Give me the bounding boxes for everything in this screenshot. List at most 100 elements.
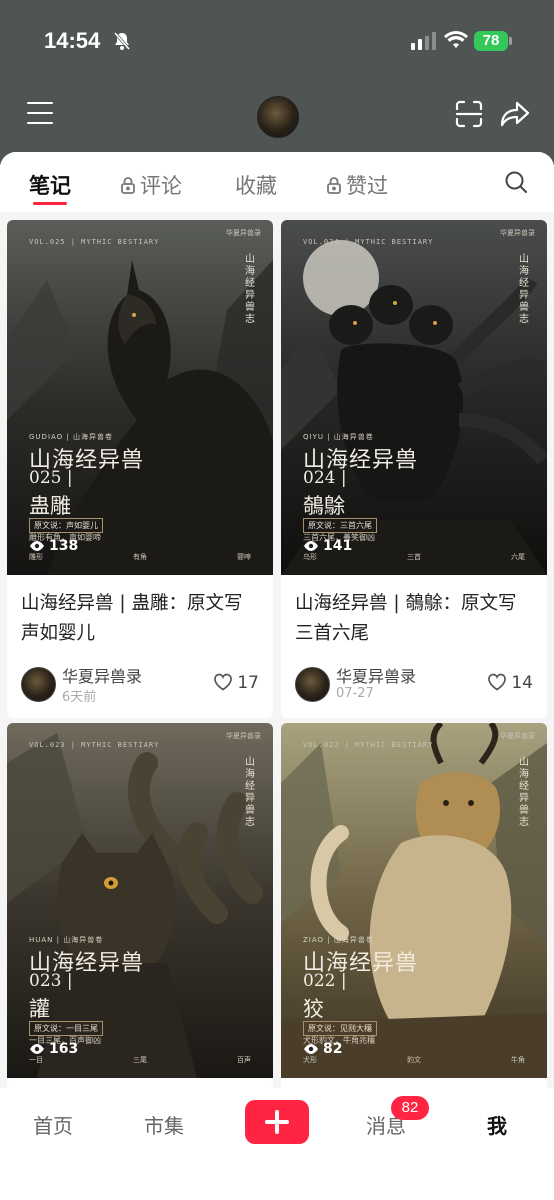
cover-name: 鵸鵌 bbox=[303, 494, 345, 518]
note-card[interactable]: VOL.024 | MYTHIC BESTIARY 华夏异兽录 山海经异兽志 Q… bbox=[281, 220, 547, 718]
cover-pinyin: ZIAO | 山海异兽卷 bbox=[303, 936, 374, 944]
cover-number: 024 | bbox=[303, 468, 347, 488]
note-cover-image: VOL.022 | MYTHIC BESTIARY 华夏异兽录 山海经异兽志 Z… bbox=[281, 723, 547, 1078]
lock-icon bbox=[120, 175, 136, 199]
wifi-icon bbox=[444, 30, 468, 54]
cover-vol: VOL.025 | MYTHIC BESTIARY bbox=[29, 238, 160, 246]
view-count-value: 82 bbox=[323, 1041, 343, 1057]
tab-comments-label: 评论 bbox=[140, 174, 182, 198]
cover-pinyin: QIYU | 山海异兽卷 bbox=[303, 433, 374, 441]
cover-vol: VOL.023 | MYTHIC BESTIARY bbox=[29, 741, 160, 749]
like-count: 14 bbox=[511, 673, 533, 693]
cover-number: 022 | bbox=[303, 971, 347, 991]
note-cover-image: VOL.025 | MYTHIC BESTIARY 华夏异兽录 山海经异兽志 G… bbox=[7, 220, 273, 575]
cover-footer-item: 三尾 bbox=[133, 1056, 147, 1064]
cover-name: 狡 bbox=[303, 997, 324, 1021]
note-title: 山海经异兽 | 蛊雕：原文写声如婴儿 bbox=[21, 593, 243, 644]
cover-footer-item: 豹文 bbox=[407, 1056, 421, 1064]
author-avatar[interactable] bbox=[295, 667, 330, 702]
cover-vertical-text: 山海经异兽志 bbox=[245, 254, 255, 325]
view-count: 141 bbox=[303, 538, 352, 554]
cover-tag: 原文说：声如婴儿 bbox=[29, 518, 103, 533]
cover-number: 025 | bbox=[29, 468, 73, 488]
eye-icon bbox=[30, 541, 44, 551]
note-cover-image: VOL.024 | MYTHIC BESTIARY 华夏异兽录 山海经异兽志 Q… bbox=[281, 220, 547, 575]
battery-indicator: 78 bbox=[474, 31, 508, 51]
cover-pinyin: HUAN | 山海异兽卷 bbox=[29, 936, 104, 944]
eye-icon bbox=[304, 1044, 318, 1054]
note-author-row: 华夏异兽录 07-27 14 bbox=[281, 649, 547, 711]
author-avatar[interactable] bbox=[21, 667, 56, 702]
cover-corner: 华夏异兽录 bbox=[500, 732, 535, 740]
tab-active-indicator bbox=[33, 202, 67, 205]
eye-icon bbox=[304, 541, 318, 551]
view-count-value: 163 bbox=[49, 1041, 79, 1057]
cover-corner: 华夏异兽录 bbox=[226, 732, 261, 740]
like-button[interactable]: 14 bbox=[487, 673, 533, 693]
post-time: 6天前 bbox=[62, 690, 97, 705]
note-card[interactable]: VOL.023 | MYTHIC BESTIARY 华夏异兽录 山海经异兽志 H… bbox=[7, 723, 273, 1090]
cover-vertical-text: 山海经异兽志 bbox=[245, 757, 255, 828]
cover-tag: 原文说：一目三尾 bbox=[29, 1021, 103, 1036]
cover-vertical-text: 山海经异兽志 bbox=[519, 254, 529, 325]
battery-tip bbox=[509, 37, 512, 45]
profile-content: 笔记 评论 收藏 赞过 VOL.025 | MYTHIC BESTIARY 华夏… bbox=[0, 152, 554, 1090]
tab-liked[interactable]: 赞过 bbox=[326, 170, 388, 200]
note-cover-image: VOL.023 | MYTHIC BESTIARY 华夏异兽录 山海经异兽志 H… bbox=[7, 723, 273, 1078]
share-icon[interactable] bbox=[500, 100, 530, 132]
nav-me[interactable]: 我 bbox=[487, 1110, 507, 1139]
cover-pinyin: GUDIAO | 山海异兽卷 bbox=[29, 433, 113, 441]
note-card[interactable]: VOL.022 | MYTHIC BESTIARY 华夏异兽录 山海经异兽志 Z… bbox=[281, 723, 547, 1090]
create-post-button[interactable] bbox=[245, 1100, 309, 1144]
view-count: 138 bbox=[29, 538, 78, 554]
menu-icon[interactable] bbox=[27, 102, 53, 124]
status-time: 14:54 bbox=[44, 28, 101, 53]
cover-footer-item: 牛角 bbox=[511, 1056, 525, 1064]
heart-icon bbox=[214, 673, 233, 691]
cover-corner: 华夏异兽录 bbox=[500, 229, 535, 237]
tab-favorites[interactable]: 收藏 bbox=[235, 170, 277, 200]
cover-name: 蛊雕 bbox=[29, 494, 71, 518]
signal-icon bbox=[411, 32, 437, 54]
cover-vol: VOL.024 | MYTHIC BESTIARY bbox=[303, 238, 434, 246]
cover-footer-item: 三首 bbox=[407, 553, 421, 561]
like-count: 17 bbox=[237, 673, 259, 693]
post-time: 07-27 bbox=[336, 686, 374, 701]
cover-name: 讙 bbox=[29, 997, 50, 1021]
nav-home[interactable]: 首页 bbox=[33, 1110, 73, 1139]
note-title: 山海经异兽 | 鵸鵌：原文写三首六尾 bbox=[295, 593, 517, 644]
plus-icon bbox=[265, 1110, 289, 1134]
view-count-value: 138 bbox=[49, 538, 79, 554]
cover-tag: 原文说：三首六尾 bbox=[303, 518, 377, 533]
profile-tabs: 笔记 评论 收藏 赞过 bbox=[0, 152, 554, 212]
note-card[interactable]: VOL.025 | MYTHIC BESTIARY 华夏异兽录 山海经异兽志 G… bbox=[7, 220, 273, 718]
eye-icon bbox=[30, 1044, 44, 1054]
view-count: 82 bbox=[303, 1041, 342, 1057]
cover-vertical-text: 山海经异兽志 bbox=[519, 757, 529, 828]
message-badge: 82 bbox=[391, 1096, 429, 1120]
top-header: 14:54 78 bbox=[0, 0, 554, 165]
tab-comments[interactable]: 评论 bbox=[120, 170, 182, 200]
scan-icon[interactable] bbox=[455, 100, 483, 132]
cover-footer-item: 六尾 bbox=[511, 553, 525, 561]
tab-notes[interactable]: 笔记 bbox=[29, 170, 71, 200]
cover-number: 023 | bbox=[29, 971, 73, 991]
cover-corner: 华夏异兽录 bbox=[226, 229, 261, 237]
cover-vol: VOL.022 | MYTHIC BESTIARY bbox=[303, 741, 434, 749]
avatar[interactable] bbox=[257, 96, 299, 138]
cover-footer-item: 百声 bbox=[237, 1056, 251, 1064]
cover-footer-item: 有角 bbox=[133, 553, 147, 561]
bell-muted-icon bbox=[112, 31, 132, 55]
author-name[interactable]: 华夏异兽录 bbox=[62, 663, 142, 687]
bottom-nav: 首页 市集 消息 82 我 bbox=[0, 1088, 554, 1200]
author-name[interactable]: 华夏异兽录 bbox=[336, 663, 416, 687]
heart-icon bbox=[488, 673, 507, 691]
lock-icon bbox=[326, 175, 342, 199]
search-icon[interactable] bbox=[504, 170, 528, 198]
cover-tag: 原文说：见则大穰 bbox=[303, 1021, 377, 1036]
view-count-value: 141 bbox=[323, 538, 353, 554]
nav-market[interactable]: 市集 bbox=[144, 1110, 184, 1139]
note-author-row: 华夏异兽录 6天前 17 bbox=[7, 649, 273, 711]
like-button[interactable]: 17 bbox=[213, 673, 259, 693]
view-count: 163 bbox=[29, 1041, 78, 1057]
